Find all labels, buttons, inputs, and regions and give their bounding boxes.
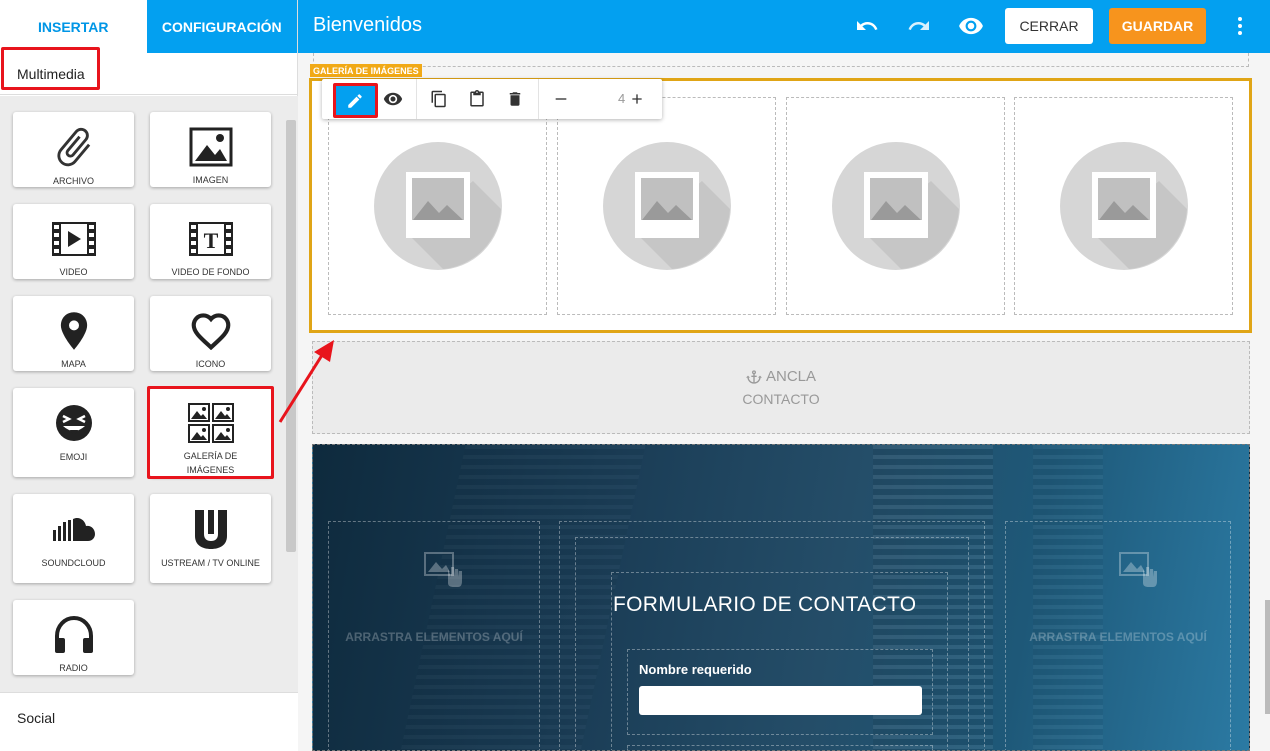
widget-mapa[interactable]: MAPA <box>13 296 134 371</box>
widget-video-de-fondo[interactable]: T VIDEO DE FONDO <box>150 204 271 279</box>
gallery-image-slot[interactable] <box>1014 97 1233 315</box>
close-button[interactable]: CERRAR <box>1005 8 1093 44</box>
anchor-label: ANCLA <box>765 368 817 385</box>
contact-hero-section[interactable]: ARRASTRA ELEMENTOS AQUÍ FORMULARIO DE CO… <box>312 444 1250 751</box>
widget-icono[interactable]: ICONO <box>150 296 271 371</box>
film-play-icon <box>51 216 97 261</box>
section-social[interactable]: Social <box>0 692 298 751</box>
widget-label: ICONO <box>195 359 226 369</box>
widget-galeria-de-imagenes[interactable]: GALERÍA DE IMÁGENES <box>150 388 271 477</box>
widget-label: ARCHIVO <box>52 176 94 186</box>
form-title: FORMULARIO DE CONTACTO <box>613 593 917 616</box>
decrease-columns-icon[interactable] <box>550 88 572 110</box>
name-input[interactable] <box>639 686 922 715</box>
widget-label: RADIO <box>59 663 88 673</box>
paste-icon[interactable] <box>466 88 488 110</box>
film-text-icon: T <box>188 216 234 261</box>
column-count: 4 <box>618 91 626 106</box>
widget-emoji[interactable]: EMOJI <box>13 388 134 477</box>
duplicate-icon[interactable] <box>428 88 450 110</box>
save-button[interactable]: GUARDAR <box>1109 8 1206 44</box>
heart-icon <box>188 308 234 353</box>
annotation-arrow-icon <box>278 340 334 423</box>
tab-insertar[interactable]: INSERTAR <box>0 0 147 53</box>
editor-canvas: GALERÍA DE IMÁGENES 4 ANCLA CONTACTO ARR… <box>298 53 1270 751</box>
map-pin-icon <box>51 308 97 353</box>
redo-icon[interactable] <box>906 13 932 39</box>
gallery-icon <box>187 400 234 445</box>
page-scrollbar[interactable] <box>1265 600 1270 714</box>
preview-eye-icon[interactable] <box>958 13 984 39</box>
widget-label: VIDEO <box>59 267 88 277</box>
section-multimedia[interactable]: Multimedia <box>0 53 297 95</box>
top-bar: Bienvenidos CERRAR GUARDAR <box>298 0 1270 53</box>
form-field-group[interactable] <box>627 745 933 750</box>
widget-soundcloud[interactable]: SOUNDCLOUD <box>13 494 134 583</box>
drag-image-icon <box>1119 552 1157 587</box>
widget-ustream[interactable]: USTREAM / TV ONLINE <box>150 494 271 583</box>
undo-icon[interactable] <box>854 13 880 39</box>
increase-columns-icon[interactable] <box>626 88 648 110</box>
image-placeholder-icon <box>1059 142 1188 270</box>
page-title: Bienvenidos <box>313 14 422 36</box>
anchor-icon <box>745 369 762 384</box>
widget-radio[interactable]: RADIO <box>13 600 134 675</box>
pencil-icon <box>348 93 362 108</box>
emoji-icon <box>51 400 97 446</box>
widget-archivo[interactable]: ARCHIVO <box>13 112 134 187</box>
widget-label: GALERÍA DE IMÁGENES <box>183 451 238 475</box>
section-title: Social <box>17 710 56 726</box>
gallery-image-slot[interactable] <box>557 97 776 315</box>
dropzone-text: ARRASTRA ELEMENTOS AQUÍ <box>1029 630 1207 644</box>
tab-configuracion[interactable]: CONFIGURACIÓN <box>146 0 297 53</box>
image-placeholder-icon <box>602 142 731 270</box>
dropzone-left[interactable]: ARRASTRA ELEMENTOS AQUÍ <box>328 521 540 750</box>
element-toolbar: 4 <box>322 79 662 119</box>
sidebar: INSERTAR CONFIGURACIÓN Multimedia ARCHIV… <box>0 0 298 751</box>
image-placeholder-icon <box>831 142 960 270</box>
ustream-icon <box>188 506 234 552</box>
section-title: Multimedia <box>17 65 85 82</box>
widget-label: IMAGEN <box>192 175 229 185</box>
image-icon <box>188 124 234 169</box>
dropzone-right[interactable]: ARRASTRA ELEMENTOS AQUÍ <box>1005 521 1231 750</box>
headphones-icon <box>51 612 97 657</box>
edit-button[interactable] <box>335 84 375 117</box>
widget-imagen[interactable]: IMAGEN <box>150 112 271 187</box>
sidebar-tabs: INSERTAR CONFIGURACIÓN <box>0 0 297 53</box>
widget-label: USTREAM / TV ONLINE <box>161 558 260 568</box>
gallery-tag: GALERÍA DE IMÁGENES <box>310 64 422 77</box>
field-required-label: requerido <box>691 662 752 677</box>
soundcloud-icon <box>51 506 97 552</box>
widget-label: SOUNDCLOUD <box>41 558 106 568</box>
visibility-eye-icon[interactable] <box>382 88 404 110</box>
widget-video[interactable]: VIDEO <box>13 204 134 279</box>
gallery-image-slot[interactable] <box>786 97 1005 315</box>
drag-image-icon <box>424 552 462 587</box>
svg-text:T: T <box>203 228 218 253</box>
gallery-image-slot[interactable] <box>328 97 547 315</box>
paperclip-icon <box>51 124 97 170</box>
delete-icon[interactable] <box>504 88 526 110</box>
widget-label: EMOJI <box>59 452 88 462</box>
field-label: Nombre requerido <box>639 662 752 677</box>
widget-label: MAPA <box>61 359 86 369</box>
more-options-icon[interactable] <box>1227 13 1253 39</box>
image-placeholder-icon <box>373 142 502 270</box>
field-label-name: Nombre <box>639 662 689 677</box>
widget-list: ARCHIVO IMAGEN VIDEO T VIDEO DE FONDO MA… <box>0 96 298 692</box>
widget-label: VIDEO DE FONDO <box>171 267 250 277</box>
section-outline <box>313 53 1249 67</box>
anchor-block[interactable]: ANCLA CONTACTO <box>312 341 1250 434</box>
anchor-name: CONTACTO <box>742 391 820 407</box>
dropzone-text: ARRASTRA ELEMENTOS AQUÍ <box>345 630 523 644</box>
